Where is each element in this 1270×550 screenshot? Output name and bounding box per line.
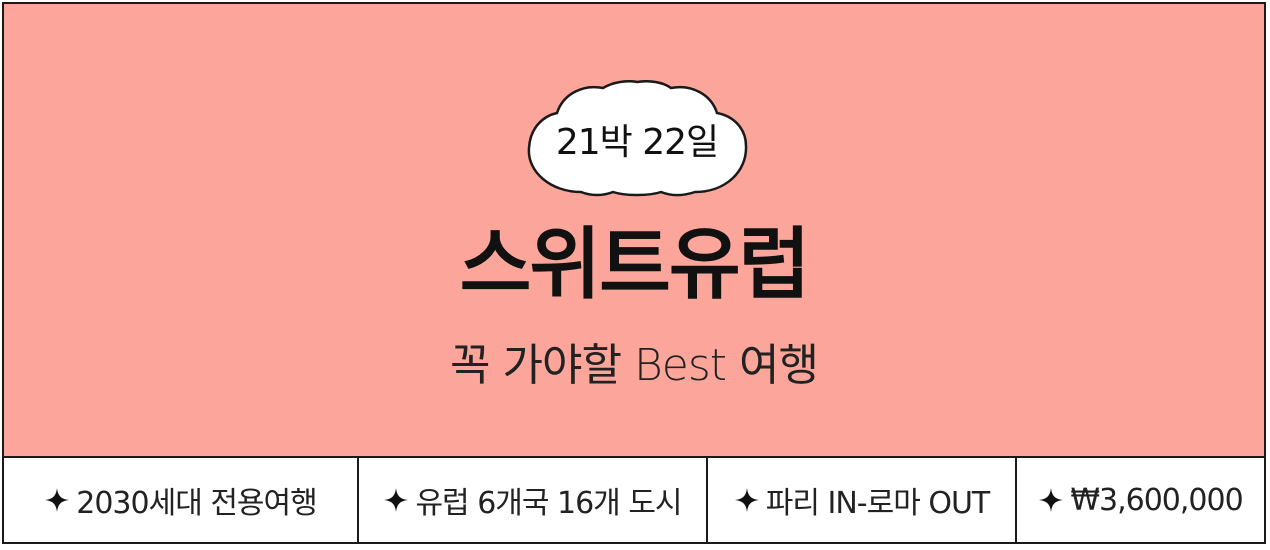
sparkle-star-icon — [1038, 487, 1064, 513]
feature-label: 2030세대 전용여행 — [76, 486, 317, 521]
feature-item-countries: 유럽 6개국 16개 도시 — [359, 458, 708, 542]
hero-section: 21박 22일 스위트유럽 꼭 가야할 Best 여행 — [4, 4, 1264, 458]
feature-item-audience: 2030세대 전용여행 — [4, 458, 359, 542]
sparkle-star-icon — [44, 487, 70, 513]
duration-badge: 21박 22일 — [521, 80, 753, 198]
feature-item-price: ₩3,600,000 — [1017, 458, 1264, 542]
tour-banner: 21박 22일 스위트유럽 꼭 가야할 Best 여행 2030세대 전용여행 … — [2, 2, 1266, 544]
feature-label: ₩3,600,000 — [1070, 482, 1243, 518]
sparkle-star-icon — [383, 487, 409, 513]
feature-item-route: 파리 IN-로마 OUT — [708, 458, 1017, 542]
feature-label: 유럽 6개국 16개 도시 — [415, 486, 682, 521]
sparkle-star-icon — [734, 487, 760, 513]
page-subtitle: 꼭 가야할 Best 여행 — [450, 340, 819, 391]
duration-label: 21박 22일 — [555, 122, 719, 163]
feature-label: 파리 IN-로마 OUT — [765, 486, 990, 521]
page-title: 스위트유럽 — [459, 220, 811, 310]
feature-bar: 2030세대 전용여행 유럽 6개국 16개 도시 파리 IN-로마 OUT ₩… — [4, 458, 1264, 542]
